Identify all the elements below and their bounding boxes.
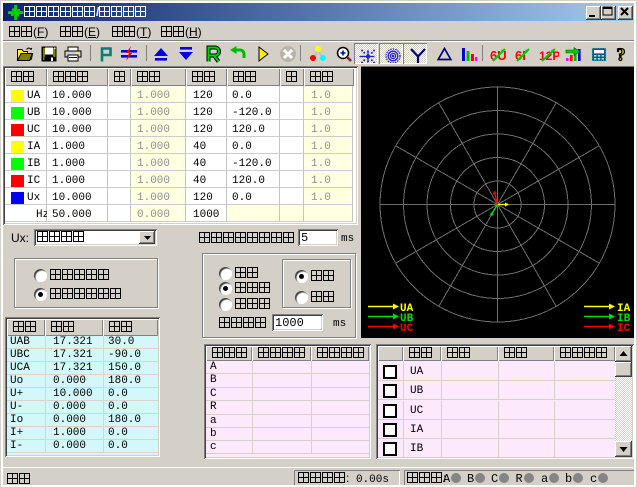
svg-text:UC: UC	[400, 323, 414, 335]
svg-text:6I: 6I	[515, 48, 526, 63]
svg-text:IC: IC	[617, 323, 631, 335]
svg-text:?: ?	[617, 45, 626, 63]
